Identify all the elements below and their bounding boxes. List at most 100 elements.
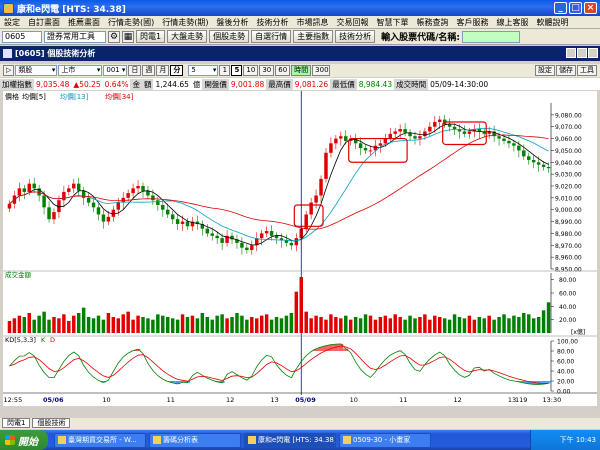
count-input[interactable]: 300 [312, 65, 331, 76]
chart-svg[interactable]: 價格 均價[5] 均價[13] 均價[34] 9,080.00 9,070.00 9,06… [3, 91, 597, 406]
volume-bar [37, 315, 41, 333]
tools-button[interactable]: 工具 [577, 65, 597, 76]
volume-bar [512, 315, 516, 333]
market-select[interactable]: 類股 [15, 65, 58, 76]
panel-minimize-button[interactable] [566, 48, 576, 58]
candle-body [294, 238, 299, 246]
period-day-button[interactable]: 日 [128, 65, 142, 76]
candle-body [175, 219, 180, 224]
dock-tab-technical[interactable]: 個股技術 [32, 418, 71, 428]
volume-bar [255, 318, 259, 333]
period-month-button[interactable]: 月 [156, 65, 170, 76]
stock-input[interactable] [461, 30, 520, 43]
listing-select[interactable]: 上市 [58, 65, 103, 76]
window-title: 康和e閃電 [HTS: 34.38] [17, 4, 126, 15]
menu-after-hours[interactable]: 盤後分析 [213, 17, 253, 28]
volume-bar [156, 314, 160, 333]
panel-maximize-button[interactable] [577, 48, 587, 58]
price-y-tick-label: 8,980.00 [555, 231, 582, 238]
volume-bar [111, 317, 116, 333]
volume-bar [225, 318, 229, 333]
minimize-button[interactable]: _ [554, 2, 567, 14]
x-tick-label: 11 [399, 396, 407, 404]
candle-body [368, 150, 373, 152]
technical-analysis-button[interactable]: 技術分析 [335, 30, 376, 43]
menu-recommended-screen[interactable]: 推薦畫面 [64, 17, 104, 28]
menu-smart-order[interactable]: 智慧下單 [373, 17, 413, 28]
task-flash-app[interactable]: 康和e閃電 [HTS: 34.38] [244, 432, 336, 448]
save-button[interactable]: 儲存 [556, 65, 576, 76]
tool-select[interactable]: 證券常用工具 [44, 30, 106, 43]
period-minute-button[interactable]: 分 [170, 65, 184, 76]
step-10-button[interactable]: 10 [243, 65, 259, 76]
stock-trend-button[interactable]: 個股走勢 [209, 30, 250, 43]
x-tick-label: 12 [226, 396, 234, 404]
close-button[interactable]: × [584, 2, 597, 14]
panel-close-button[interactable] [588, 48, 598, 58]
volume-bar [250, 317, 254, 333]
volume-bar [215, 315, 219, 333]
volume-bar [447, 319, 452, 333]
volume-bar [442, 318, 447, 333]
watchlist-button[interactable]: 自選行情 [251, 30, 292, 43]
volume-bar [408, 315, 412, 333]
menu-help[interactable]: 軟體說明 [533, 17, 573, 28]
menu-custom-screen[interactable]: 自訂畫面 [24, 17, 64, 28]
candle-body [462, 131, 467, 134]
minute-select[interactable]: 5 [188, 65, 219, 76]
menu-quotes-domestic[interactable]: 行情走勢(國) [104, 17, 158, 28]
menu-customer-service[interactable]: 客戶服務 [453, 17, 493, 28]
app-window: 康和e閃電 [HTS: 34.38] _ □ × 設定 自訂畫面 推薦畫面 行情… [0, 0, 600, 450]
volume-bar [131, 319, 135, 333]
maximize-button[interactable]: □ [569, 2, 582, 14]
menu-technical[interactable]: 技術分析 [253, 17, 293, 28]
menu-settings[interactable]: 設定 [0, 17, 24, 28]
candle-body [289, 242, 294, 246]
volume-bar [299, 277, 303, 333]
panel-title-bar[interactable]: [0605] 個股技術分析 [0, 46, 600, 61]
candle-body [512, 143, 516, 146]
task-paint[interactable]: 0509-30 - 小畫家 [339, 432, 431, 448]
calculator-icon[interactable]: ▦ [122, 30, 134, 43]
settings-button[interactable]: 設定 [535, 65, 555, 76]
start-button[interactable]: 開始 [0, 430, 48, 450]
step-1-button[interactable]: 1 [219, 65, 231, 76]
volume-bar [304, 311, 308, 333]
period-week-button[interactable]: 週 [142, 65, 156, 76]
quote-price: 9,035.48 [36, 79, 70, 89]
index-trend-button[interactable]: 大盤走勢 [167, 30, 208, 43]
step-30-button[interactable]: 30 [259, 65, 275, 76]
span-button[interactable]: 時間 [291, 65, 312, 76]
candle-body [210, 233, 214, 236]
system-tray: 下午 10:43 [530, 430, 600, 450]
step-5-button[interactable]: 5 [231, 65, 243, 76]
task-chip-analysis[interactable]: 籌碼分析表 [149, 432, 241, 448]
menu-trade-report[interactable]: 交易回報 [333, 17, 373, 28]
menu-market-news[interactable]: 市場訊息 [293, 17, 333, 28]
flash1-button[interactable]: 閃電1 [136, 30, 166, 43]
menu-quotes-futures[interactable]: 行情走勢(期) [158, 17, 212, 28]
step-60-button[interactable]: 60 [275, 65, 291, 76]
menu-online-support[interactable]: 線上客服 [493, 17, 533, 28]
candle-body [531, 159, 536, 163]
volume-bar [165, 317, 170, 333]
code-input[interactable]: 0605 [2, 30, 42, 43]
volume-bar [348, 319, 353, 333]
title-bar[interactable]: 康和e閃電 [HTS: 34.38] _ □ × [0, 0, 600, 16]
candle-body [180, 221, 185, 224]
time-value: 05/09-14:30:00 [430, 79, 489, 89]
task-taifex[interactable]: 臺灣期貨交易所 - W... [54, 432, 146, 448]
tool-icon[interactable]: ⚙ [108, 30, 120, 43]
candle-body [86, 197, 91, 203]
technical-chart[interactable]: 價格 均價[5] 均價[13] 均價[34] 9,080.00 9,070.00 9,06… [3, 91, 597, 406]
candle-body [284, 240, 289, 243]
dock-tab-flash1[interactable]: 閃電1 [2, 418, 31, 428]
code-select[interactable]: 001 [103, 65, 128, 76]
candle-body [428, 126, 432, 132]
kd-y-tick-label: 100.00 [557, 339, 578, 346]
play-button[interactable]: ▷ [3, 65, 15, 76]
main-index-button[interactable]: 主要指數 [293, 30, 334, 43]
menu-account[interactable]: 帳務查詢 [413, 17, 453, 28]
quote-info-bar: 加權指數 9,035.48 ▲50.25 0.64% 金 額 1,244.65 … [0, 78, 600, 90]
volume-title: 成交金額 [5, 270, 32, 279]
